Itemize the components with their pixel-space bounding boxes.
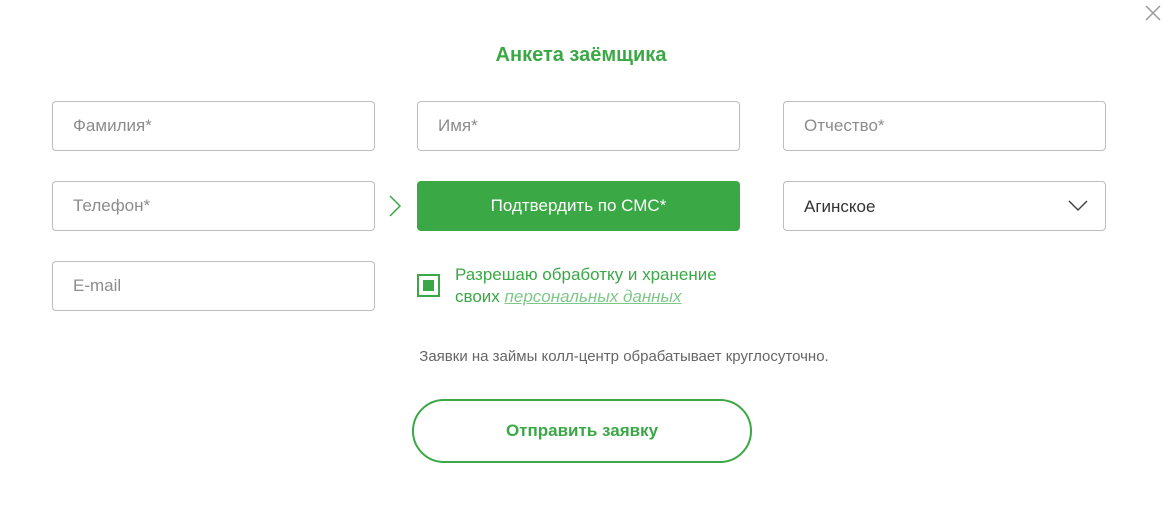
city-select[interactable]: Агинское [783,181,1106,231]
email-input[interactable] [52,261,375,311]
personal-data-link[interactable]: персональных данных [505,287,682,306]
checkbox-check-mark [423,280,434,291]
chevron-right-icon [389,195,402,217]
first-name-input[interactable] [417,101,740,151]
form-title: Анкета заёмщика [495,44,667,66]
city-select-value: Агинское [804,197,876,216]
middle-name-input[interactable] [783,101,1106,151]
consent-checkbox[interactable] [417,274,440,297]
close-button[interactable] [1143,3,1163,23]
last-name-input[interactable] [52,101,375,151]
sms-confirm-button[interactable]: Подтвердить по СМС* [417,181,740,231]
close-icon [1145,5,1161,21]
submit-button[interactable]: Отправить заявку [412,399,752,463]
sms-confirm-label: Подтвердить по СМС* [490,196,667,215]
chevron-down-icon [1068,200,1088,212]
phone-input[interactable] [52,181,375,231]
submit-label: Отправить заявку [505,421,659,440]
info-text: Заявки на займы колл-центр обрабатывает … [419,348,829,365]
consent-text: Разрешаю обработку и хранение своих перс… [455,264,755,308]
